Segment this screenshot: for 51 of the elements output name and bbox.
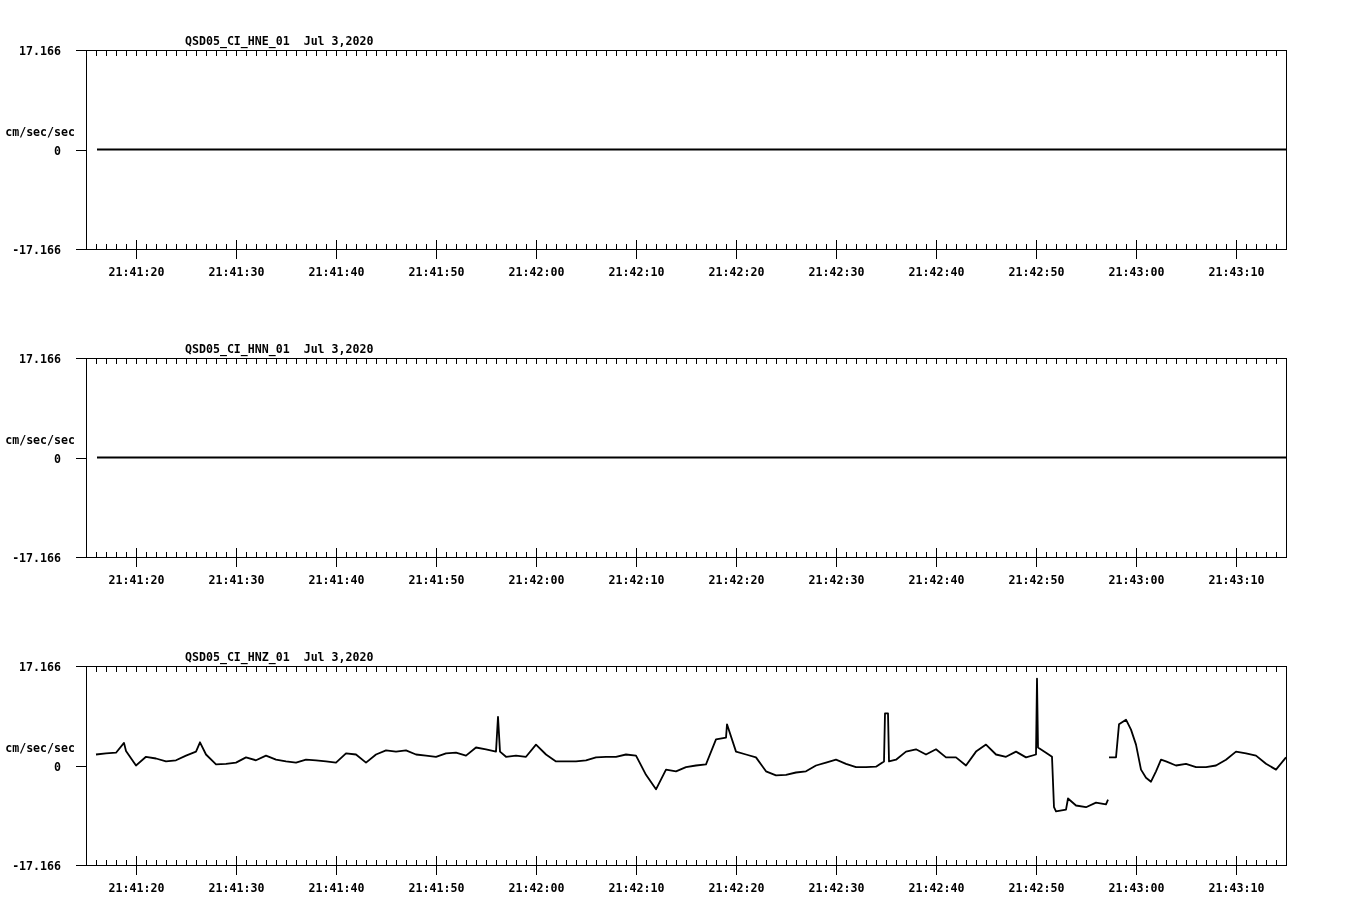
y-tick-label: -17.166: [12, 551, 61, 565]
x-tick-label: 21:43:10: [1208, 573, 1265, 587]
x-tick-label: 21:41:40: [308, 881, 365, 895]
x-tick-label: 21:41:50: [408, 881, 465, 895]
x-tick-label: 21:43:00: [1108, 881, 1165, 895]
x-tick-label: 21:42:00: [508, 573, 565, 587]
x-tick-label: 21:42:20: [708, 881, 765, 895]
x-tick-label: 21:42:10: [608, 573, 665, 587]
x-tick-label: 21:41:20: [108, 265, 165, 279]
x-tick-label: 21:42:50: [1008, 881, 1065, 895]
x-tick-label: 21:42:30: [808, 573, 865, 587]
y-tick-label: 0: [54, 452, 61, 466]
chart-title: QSD05_CI_HNN_01 Jul 3,2020: [185, 342, 374, 356]
x-tick-label: 21:42:10: [608, 265, 665, 279]
x-tick-label: 21:42:30: [808, 881, 865, 895]
x-tick-label: 21:43:00: [1108, 573, 1165, 587]
x-tick-label: 21:42:00: [508, 881, 565, 895]
x-tick-label: 21:42:30: [808, 265, 865, 279]
x-tick-label: 21:41:30: [208, 573, 265, 587]
x-tick-label: 21:42:50: [1008, 265, 1065, 279]
x-tick-label: 21:43:00: [1108, 265, 1165, 279]
x-tick-label: 21:41:20: [108, 573, 165, 587]
x-tick-label: 21:41:30: [208, 881, 265, 895]
x-tick-label: 21:42:40: [908, 573, 965, 587]
x-tick-label: 21:41:30: [208, 265, 265, 279]
x-tick-label: 21:42:40: [908, 265, 965, 279]
y-tick-label: 0: [54, 760, 61, 774]
x-tick-label: 21:42:40: [908, 881, 965, 895]
y-tick-label: 17.166: [19, 660, 61, 674]
x-tick-label: 21:41:50: [408, 573, 465, 587]
y-axis-label: cm/sec/sec: [5, 433, 75, 447]
y-tick-label: 17.166: [19, 352, 61, 366]
x-tick-label: 21:42:20: [708, 265, 765, 279]
x-tick-label: 21:43:10: [1208, 265, 1265, 279]
x-tick-label: 21:42:50: [1008, 573, 1065, 587]
chart-title: QSD05_CI_HNE_01 Jul 3,2020: [185, 34, 374, 48]
y-tick-label: -17.166: [12, 859, 61, 873]
x-tick-label: 21:42:10: [608, 881, 665, 895]
y-tick-label: -17.166: [12, 243, 61, 257]
y-axis-label: cm/sec/sec: [5, 125, 75, 139]
x-tick-label: 21:41:40: [308, 573, 365, 587]
y-tick-label: 17.166: [19, 44, 61, 58]
chart-title: QSD05_CI_HNZ_01 Jul 3,2020: [185, 650, 374, 664]
x-tick-label: 21:41:20: [108, 881, 165, 895]
y-tick-label: 0: [54, 144, 61, 158]
x-tick-label: 21:42:00: [508, 265, 565, 279]
x-tick-label: 21:41:50: [408, 265, 465, 279]
x-tick-label: 21:41:40: [308, 265, 365, 279]
x-tick-label: 21:43:10: [1208, 881, 1265, 895]
x-tick-label: 21:42:20: [708, 573, 765, 587]
y-axis-label: cm/sec/sec: [5, 741, 75, 755]
